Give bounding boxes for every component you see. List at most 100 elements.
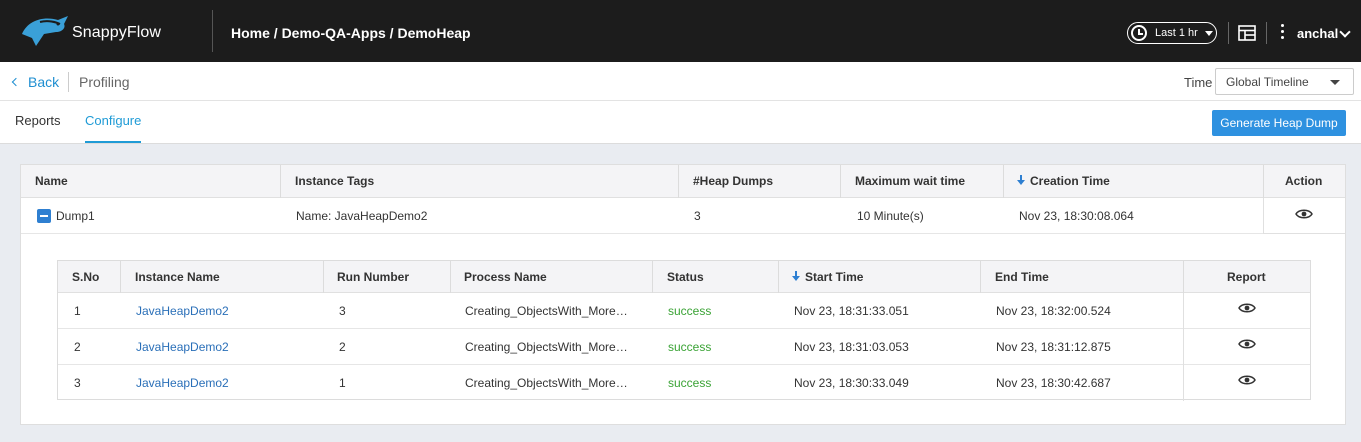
eye-icon[interactable] bbox=[1238, 338, 1256, 350]
status-badge: success bbox=[668, 304, 712, 318]
layout-icon[interactable] bbox=[1238, 25, 1256, 41]
column-divider bbox=[840, 165, 841, 198]
eye-icon[interactable] bbox=[1238, 302, 1256, 314]
heap-dump-runs-table: S.No Instance Name Run Number Process Na… bbox=[57, 260, 1311, 401]
caret-down-icon bbox=[1205, 31, 1213, 36]
creation-time: Nov 23, 18:30:08.064 bbox=[1019, 209, 1134, 223]
active-tab-indicator bbox=[85, 141, 141, 143]
column-divider bbox=[280, 165, 281, 198]
col-header-max-wait[interactable]: Maximum wait time bbox=[855, 174, 965, 188]
tabs-row: Reports Configure Generate Heap Dump bbox=[0, 101, 1361, 144]
end-time: Nov 23, 18:30:42.687 bbox=[996, 376, 1111, 390]
heap-dump-table: Name Instance Tags #Heap Dumps Maximum w… bbox=[20, 164, 1346, 425]
timeline-value: Global Timeline bbox=[1226, 75, 1309, 89]
col-header-start-time[interactable]: Start Time bbox=[792, 270, 863, 284]
column-divider bbox=[1003, 165, 1004, 198]
table-header: S.No Instance Name Run Number Process Na… bbox=[58, 261, 1310, 293]
col-header-action: Action bbox=[1285, 174, 1323, 188]
eye-icon[interactable] bbox=[1295, 208, 1313, 220]
col-header-status[interactable]: Status bbox=[667, 270, 704, 284]
caret-down-icon bbox=[1330, 80, 1340, 85]
row-sno: 3 bbox=[74, 376, 81, 390]
chevron-left-icon bbox=[11, 77, 21, 87]
table-row[interactable]: 3 JavaHeapDemo2 1 Creating_ObjectsWith_M… bbox=[58, 365, 1310, 401]
action-cell bbox=[1263, 198, 1345, 234]
column-divider bbox=[323, 261, 324, 293]
time-range-selector[interactable]: Last 1 hr bbox=[1127, 22, 1217, 44]
kebab-icon[interactable] bbox=[1281, 24, 1285, 40]
column-divider bbox=[1183, 261, 1184, 293]
page-title: Profiling bbox=[79, 74, 130, 90]
report-cell bbox=[1183, 293, 1310, 329]
instance-name-link[interactable]: JavaHeapDemo2 bbox=[136, 376, 229, 390]
clock-icon bbox=[1131, 25, 1147, 41]
heap-dump-count: 3 bbox=[694, 209, 701, 223]
col-header-end-time[interactable]: End Time bbox=[995, 270, 1049, 284]
divider bbox=[212, 10, 213, 52]
col-header-process-name[interactable]: Process Name bbox=[464, 270, 547, 284]
row-sno: 2 bbox=[74, 340, 81, 354]
status-badge: success bbox=[668, 376, 712, 390]
instance-tags: Name: JavaHeapDemo2 bbox=[296, 209, 428, 223]
column-divider bbox=[678, 165, 679, 198]
column-divider bbox=[450, 261, 451, 293]
instance-name-link[interactable]: JavaHeapDemo2 bbox=[136, 340, 229, 354]
arrow-down-icon bbox=[792, 271, 800, 281]
chevron-down-icon[interactable] bbox=[1339, 26, 1351, 38]
breadcrumb[interactable]: Home / Demo-QA-Apps / DemoHeap bbox=[231, 25, 471, 41]
column-divider bbox=[652, 261, 653, 293]
instance-name-link[interactable]: JavaHeapDemo2 bbox=[136, 304, 229, 318]
col-header-start-time-label: Start Time bbox=[805, 270, 864, 284]
dump-name: Dump1 bbox=[56, 209, 95, 223]
snappyflow-logo-icon bbox=[22, 16, 68, 46]
run-number: 1 bbox=[339, 376, 346, 390]
run-number: 3 bbox=[339, 304, 346, 318]
user-menu[interactable]: anchal bbox=[1297, 26, 1338, 41]
column-divider bbox=[980, 261, 981, 293]
top-bar: SnappyFlow Home / Demo-QA-Apps / DemoHea… bbox=[0, 0, 1361, 62]
col-header-name[interactable]: Name bbox=[35, 174, 68, 188]
tab-configure[interactable]: Configure bbox=[85, 113, 141, 128]
generate-heap-dump-button[interactable]: Generate Heap Dump bbox=[1212, 110, 1346, 136]
timeline-select[interactable]: Global Timeline bbox=[1215, 68, 1354, 95]
divider bbox=[1266, 22, 1267, 44]
end-time: Nov 23, 18:32:00.524 bbox=[996, 304, 1111, 318]
col-header-heap-dumps[interactable]: #Heap Dumps bbox=[693, 174, 773, 188]
back-label: Back bbox=[28, 74, 60, 90]
table-row[interactable]: Dump1 Name: JavaHeapDemo2 3 10 Minute(s)… bbox=[21, 198, 1345, 234]
report-cell bbox=[1183, 365, 1310, 401]
max-wait-time: 10 Minute(s) bbox=[857, 209, 924, 223]
time-range-label: Last 1 hr bbox=[1155, 27, 1198, 39]
report-cell bbox=[1183, 329, 1310, 365]
status-badge: success bbox=[668, 340, 712, 354]
col-header-run-number[interactable]: Run Number bbox=[337, 270, 409, 284]
row-sno: 1 bbox=[74, 304, 81, 318]
table-row[interactable]: 1 JavaHeapDemo2 3 Creating_ObjectsWith_M… bbox=[58, 293, 1310, 329]
col-header-report: Report bbox=[1227, 270, 1266, 284]
process-name: Creating_ObjectsWith_More… bbox=[465, 304, 628, 318]
tab-reports[interactable]: Reports bbox=[15, 113, 61, 128]
col-header-instance-name[interactable]: Instance Name bbox=[135, 270, 220, 284]
start-time: Nov 23, 18:31:03.053 bbox=[794, 340, 909, 354]
process-name: Creating_ObjectsWith_More… bbox=[465, 340, 628, 354]
col-header-creation-time-label: Creation Time bbox=[1030, 174, 1110, 188]
divider bbox=[1228, 22, 1229, 44]
col-header-creation-time[interactable]: Creation Time bbox=[1017, 174, 1110, 188]
back-link[interactable]: Back bbox=[11, 74, 60, 90]
col-header-sno[interactable]: S.No bbox=[72, 270, 99, 284]
brand-logo[interactable]: SnappyFlow bbox=[18, 12, 188, 52]
column-divider bbox=[778, 261, 779, 293]
start-time: Nov 23, 18:31:33.051 bbox=[794, 304, 909, 318]
column-divider bbox=[120, 261, 121, 293]
divider bbox=[68, 72, 69, 92]
arrow-down-icon bbox=[1017, 175, 1025, 185]
column-divider bbox=[1263, 165, 1264, 198]
col-header-instance-tags[interactable]: Instance Tags bbox=[295, 174, 374, 188]
table-row[interactable]: 2 JavaHeapDemo2 2 Creating_ObjectsWith_M… bbox=[58, 329, 1310, 365]
table-header: Name Instance Tags #Heap Dumps Maximum w… bbox=[21, 165, 1345, 198]
process-name: Creating_ObjectsWith_More… bbox=[465, 376, 628, 390]
sub-header: Back Profiling Time Global Timeline bbox=[0, 62, 1361, 101]
brand-name: SnappyFlow bbox=[72, 24, 162, 41]
minus-square-icon[interactable] bbox=[37, 209, 51, 223]
eye-icon[interactable] bbox=[1238, 374, 1256, 386]
